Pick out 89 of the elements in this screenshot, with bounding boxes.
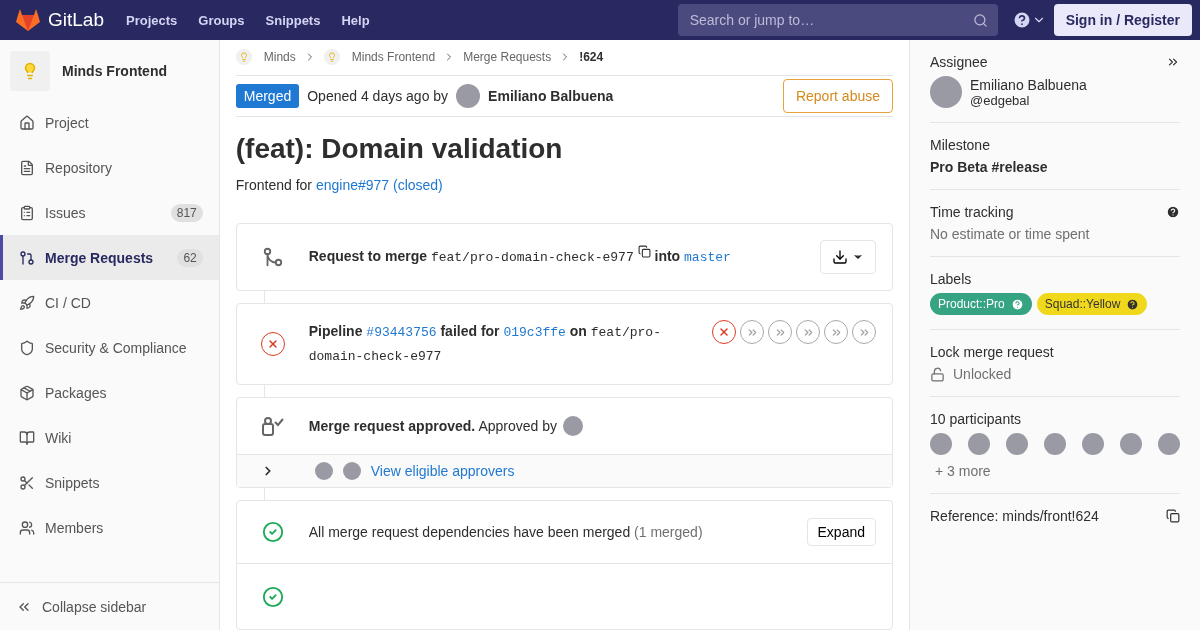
scissors-icon (19, 474, 35, 491)
sidebar-item[interactable]: Repository (0, 145, 219, 190)
sidebar-item[interactable]: Security & Compliance (0, 325, 219, 370)
section-heading: 10 participants (930, 411, 1022, 427)
search-icon (972, 12, 988, 28)
avatar[interactable] (1120, 433, 1142, 455)
description-text: Frontend for engine#977 (closed) (235, 177, 444, 193)
download-icon (832, 249, 848, 265)
count-badge: 817 (170, 203, 203, 222)
download-dropdown-button[interactable] (820, 240, 876, 274)
brand-name[interactable]: GitLab (48, 9, 104, 31)
sidebar-item[interactable]: Packages (0, 370, 219, 415)
collapse-sidebar-link[interactable]: Collapse sidebar (0, 582, 219, 630)
copy-icon[interactable] (1166, 509, 1180, 523)
sidebar-item[interactable]: Members (0, 505, 219, 550)
avatar[interactable] (1082, 433, 1104, 455)
issue-link[interactable]: engine#977 (closed) (315, 177, 443, 193)
nav-link[interactable]: Groups (198, 12, 245, 28)
sidebar-item[interactable]: Project (0, 100, 219, 145)
merge-icon (261, 246, 284, 268)
section-heading: Labels (930, 271, 972, 287)
dependencies-text: All merge request dependencies have been merged (1 merged) (308, 523, 704, 542)
fox-logo-icon (16, 9, 40, 31)
project-name[interactable]: Minds Frontend (62, 63, 167, 79)
avatar[interactable] (563, 416, 583, 436)
avatar[interactable] (968, 433, 990, 455)
sidebar-item[interactable]: CI / CD (0, 280, 219, 325)
sidebar-item[interactable]: Snippets (0, 460, 219, 505)
breadcrumb-link[interactable]: !624 (579, 50, 604, 65)
nav-link[interactable]: Help (341, 12, 370, 28)
sidebar-item[interactable]: Merge Requests 62 (0, 235, 219, 280)
help-icon (1011, 10, 1032, 30)
expand-button[interactable]: Expand (806, 518, 876, 546)
approval-text: Merge request approved. Approved by (308, 417, 557, 436)
nav-link[interactable]: Projects (126, 12, 178, 28)
merge-request-text: Request to merge feat/pro-domain-check-e977 into master (308, 245, 804, 269)
expand-sidebar-icon[interactable] (1166, 55, 1180, 69)
reference-text: Reference: minds/front!624 (930, 508, 1099, 524)
pipeline-text: Pipeline #93443756 failed for 019c3ffe on feat/pro-domain-check-e977 (308, 322, 662, 366)
clipboard-icon (19, 204, 35, 221)
sign-in-button[interactable]: Sign in / Register (1053, 4, 1192, 36)
avatar[interactable] (314, 462, 333, 480)
rocket-icon (19, 294, 35, 311)
approvers-link[interactable]: View eligible approvers (370, 463, 515, 479)
sidebar-item[interactable]: Issues 817 (0, 190, 219, 235)
time-tracking-value: No estimate or time spent (930, 226, 1090, 242)
count-badge: 62 (177, 248, 203, 267)
document-icon (19, 159, 35, 176)
avatar[interactable] (1006, 433, 1028, 455)
avatar[interactable] (930, 76, 962, 108)
book-icon (19, 429, 35, 446)
section-heading: Assignee (930, 54, 988, 70)
box-icon (19, 384, 35, 401)
sidebar-item[interactable]: Wiki (0, 415, 219, 460)
breadcrumb-link[interactable]: Minds Frontend (351, 50, 436, 65)
breadcrumb-link[interactable]: Merge Requests (463, 50, 552, 65)
milestone-value[interactable]: Pro Beta #release (930, 159, 1048, 175)
status-badge: Merged (235, 83, 300, 108)
avatar[interactable] (342, 462, 361, 480)
merge-request-icon (19, 249, 35, 266)
search-input[interactable]: Search or jump to… (687, 11, 958, 29)
label-tag[interactable]: Squad::Yellow (1036, 293, 1148, 315)
breadcrumb-link[interactable]: Minds (263, 50, 296, 65)
approval-icon (260, 416, 285, 436)
success-icon (261, 585, 284, 608)
section-heading: Lock merge request (930, 344, 1054, 360)
merge-request-title: (feat): Domain validation (235, 133, 564, 165)
avatar[interactable] (1158, 433, 1180, 455)
help-menu-button[interactable] (1011, 10, 1046, 30)
avatar[interactable] (1044, 433, 1066, 455)
search-field[interactable]: Search or jump to… (677, 4, 998, 36)
more-participants-link[interactable]: + 3 more (935, 463, 991, 479)
lock-icon (930, 366, 945, 382)
avatar[interactable] (930, 433, 952, 455)
home-icon (19, 114, 35, 131)
author-link[interactable]: Emiliano Balbuena (488, 87, 614, 104)
avatar[interactable] (456, 83, 481, 108)
success-icon (261, 521, 284, 543)
shield-icon (19, 339, 35, 356)
assignee-name[interactable]: Emiliano Balbuena (970, 76, 1087, 93)
users-icon (19, 519, 35, 536)
project-avatar[interactable] (10, 51, 50, 91)
assignee-username: @edgebal (970, 92, 1031, 108)
section-heading: Milestone (930, 137, 990, 153)
section-heading: Time tracking (930, 204, 1014, 220)
opened-text: Opened 4 days ago by (307, 87, 449, 104)
nav-link[interactable]: Snippets (265, 12, 321, 28)
copy-icon[interactable] (637, 245, 651, 258)
lock-status: Unlocked (953, 366, 1012, 382)
